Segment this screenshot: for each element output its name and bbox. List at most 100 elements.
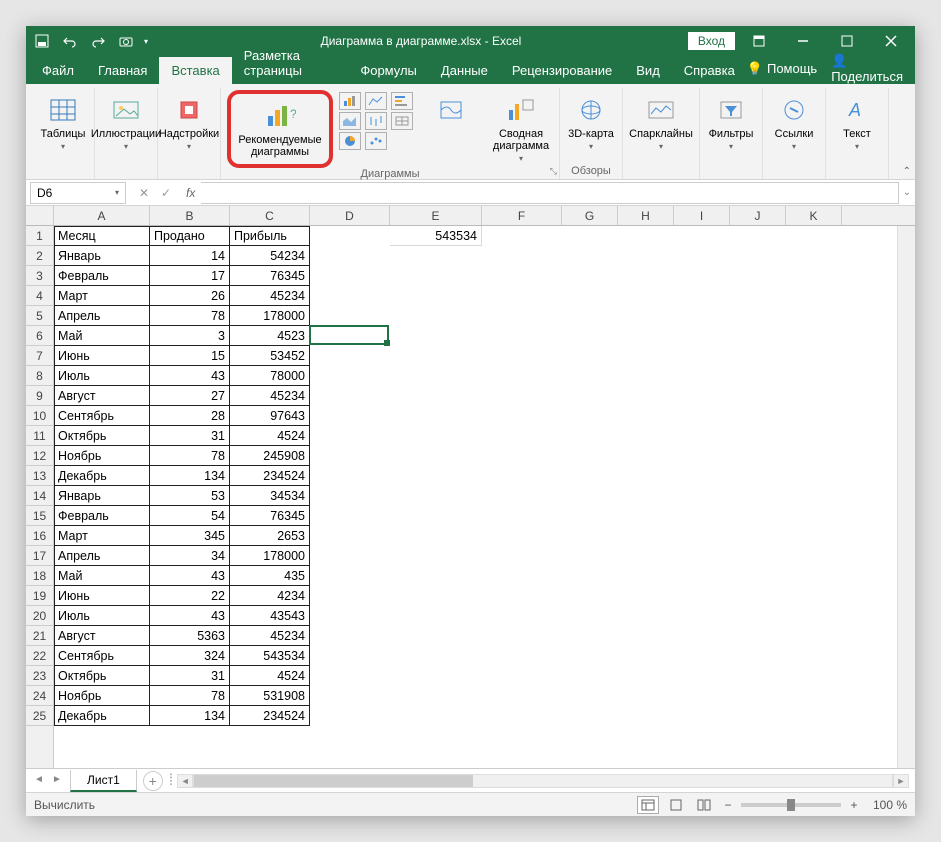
column-header[interactable]: K [786,206,842,225]
cell[interactable]: 78 [150,686,230,706]
scroll-right-icon[interactable]: ► [893,774,909,788]
row-header[interactable]: 22 [26,646,53,666]
row-header[interactable]: 17 [26,546,53,566]
tab-formulas[interactable]: Формулы [348,57,429,84]
cell[interactable]: 134 [150,706,230,726]
row-header[interactable]: 11 [26,426,53,446]
zoom-slider[interactable] [741,803,841,807]
cell[interactable]: Февраль [54,506,150,526]
expand-formula-icon[interactable]: ⌄ [899,187,915,198]
row-header[interactable]: 21 [26,626,53,646]
column-chart-icon[interactable] [339,92,361,110]
row-header[interactable]: 1 [26,226,53,246]
cell[interactable]: Май [54,326,150,346]
cells-area[interactable]: МесяцПроданоПрибыль543534Январь1454234Фе… [54,226,897,768]
cell[interactable]: Январь [54,486,150,506]
cell[interactable]: 43 [150,606,230,626]
zoom-in-button[interactable]: + [847,798,861,812]
bar-chart-icon[interactable] [391,92,413,110]
cell[interactable]: 27 [150,386,230,406]
cell[interactable]: Декабрь [54,706,150,726]
cell[interactable]: 76345 [230,266,310,286]
cell[interactable]: Прибыль [230,226,310,246]
filters-button[interactable]: Фильтры ▾ [706,92,756,153]
scroll-left-icon[interactable]: ◄ [177,774,193,788]
pie-chart-icon[interactable] [339,132,361,150]
cell[interactable]: 31 [150,426,230,446]
cancel-formula-icon[interactable]: ✕ [134,183,154,203]
sheet-next-icon[interactable]: ► [50,774,64,788]
addins-button[interactable]: Надстройки ▾ [164,92,214,153]
row-header[interactable]: 2 [26,246,53,266]
cell[interactable]: 26 [150,286,230,306]
sheet-prev-icon[interactable]: ◄ [32,774,46,788]
cell[interactable]: 345 [150,526,230,546]
cell[interactable]: 43 [150,366,230,386]
cell[interactable]: Июль [54,606,150,626]
row-header[interactable]: 16 [26,526,53,546]
cell[interactable]: 53 [150,486,230,506]
cell[interactable]: Ноябрь [54,686,150,706]
column-header[interactable]: E [390,206,482,225]
scatter-chart-icon[interactable] [365,132,387,150]
row-header[interactable]: 14 [26,486,53,506]
page-break-view-icon[interactable] [693,796,715,814]
cell[interactable]: 28 [150,406,230,426]
cell[interactable]: 53452 [230,346,310,366]
cell[interactable]: 45234 [230,286,310,306]
cell[interactable]: 2653 [230,526,310,546]
cell[interactable]: Июль [54,366,150,386]
cell[interactable]: Продано [150,226,230,246]
line-chart-icon[interactable] [365,92,387,110]
cell[interactable]: 15 [150,346,230,366]
cell[interactable]: 3 [150,326,230,346]
cell[interactable]: 178000 [230,306,310,326]
links-button[interactable]: Ссылки ▾ [769,92,819,153]
cell[interactable]: Апрель [54,546,150,566]
qat-dropdown-icon[interactable]: ▾ [144,37,148,46]
cell[interactable]: 78 [150,446,230,466]
row-header[interactable]: 7 [26,346,53,366]
cell[interactable]: 54234 [230,246,310,266]
share-button[interactable]: 👤 Поделиться [831,53,903,84]
page-layout-view-icon[interactable] [665,796,687,814]
row-header[interactable]: 15 [26,506,53,526]
column-header[interactable]: I [674,206,730,225]
illustrations-button[interactable]: Иллюстрации ▾ [101,92,151,153]
cell[interactable]: 234524 [230,466,310,486]
maximize-icon[interactable] [827,26,867,56]
column-header[interactable]: G [562,206,618,225]
tell-me[interactable]: 💡 Помощь [747,61,817,77]
row-header[interactable]: 6 [26,326,53,346]
cell[interactable]: 4524 [230,426,310,446]
row-header[interactable]: 25 [26,706,53,726]
cell[interactable]: 78 [150,306,230,326]
cell[interactable]: 134 [150,466,230,486]
cell[interactable]: Сентябрь [54,646,150,666]
undo-icon[interactable] [60,31,80,51]
row-header[interactable]: 23 [26,666,53,686]
area-chart-icon[interactable] [339,112,361,130]
cell[interactable]: Июнь [54,586,150,606]
cell[interactable]: 4523 [230,326,310,346]
column-header[interactable]: F [482,206,562,225]
cell[interactable]: 14 [150,246,230,266]
tab-home[interactable]: Главная [86,57,159,84]
cell[interactable]: Август [54,386,150,406]
cell[interactable]: 17 [150,266,230,286]
row-header[interactable]: 18 [26,566,53,586]
tab-review[interactable]: Рецензирование [500,57,624,84]
cell[interactable]: Май [54,566,150,586]
cell[interactable]: 543534 [390,226,482,246]
cell[interactable]: 178000 [230,546,310,566]
select-all-corner[interactable] [26,206,54,226]
row-header[interactable]: 4 [26,286,53,306]
cell[interactable]: 34 [150,546,230,566]
cell[interactable]: Февраль [54,266,150,286]
cell[interactable]: Октябрь [54,426,150,446]
cell[interactable]: 97643 [230,406,310,426]
row-header[interactable]: 3 [26,266,53,286]
save-icon[interactable] [32,31,52,51]
cell[interactable]: 76345 [230,506,310,526]
column-header[interactable]: J [730,206,786,225]
